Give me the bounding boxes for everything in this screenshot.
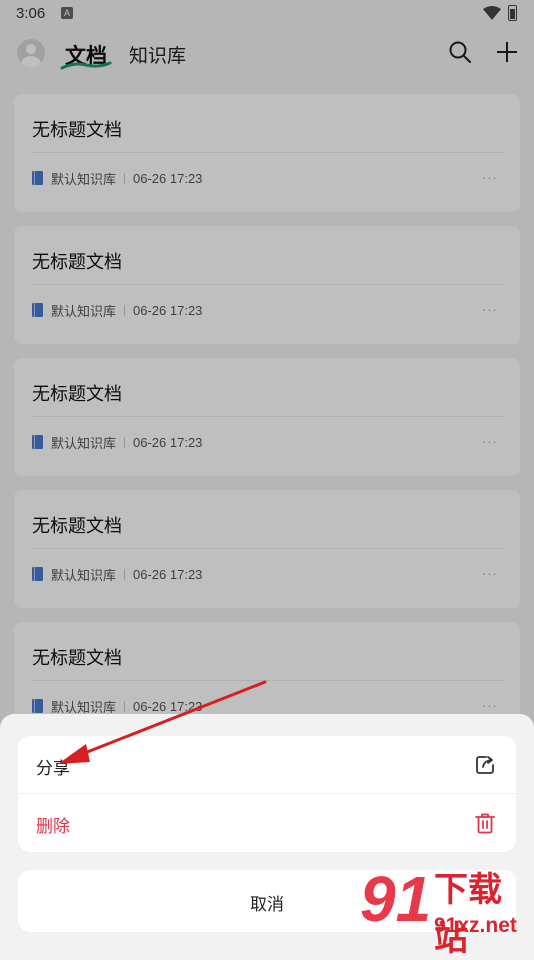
share-button[interactable]: 分享 <box>18 736 516 794</box>
watermark-91: 91 <box>360 863 432 935</box>
watermark-name: 下载站 <box>434 871 502 958</box>
action-group: 分享 删除 <box>18 736 516 852</box>
delete-label: 删除 <box>36 817 70 836</box>
share-icon <box>476 756 494 774</box>
delete-button[interactable]: 删除 <box>18 794 516 851</box>
trash-icon <box>475 813 495 834</box>
share-label: 分享 <box>36 759 70 778</box>
watermark-logo: 91 下载站 91xz.net <box>360 856 534 958</box>
watermark-url: 91xz.net <box>434 914 517 937</box>
